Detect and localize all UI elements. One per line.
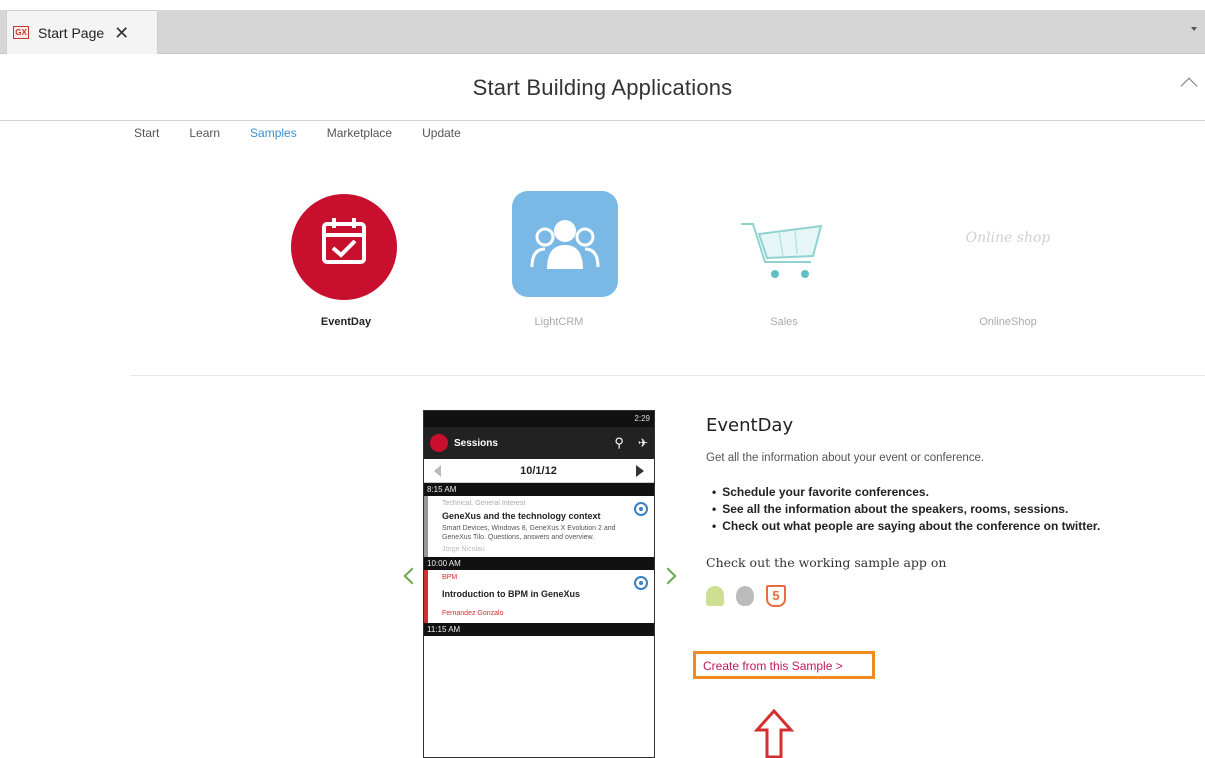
eventday-logo — [291, 194, 397, 300]
phone-status-bar: 2:29 — [424, 411, 654, 427]
close-icon[interactable]: ✕ — [114, 24, 129, 42]
nav-item-start[interactable]: Start — [134, 126, 159, 140]
chevron-left-icon[interactable] — [403, 567, 421, 585]
session-speaker: Jorge Nicolau — [442, 546, 485, 553]
phone-app-title: Sessions — [454, 437, 498, 449]
session-speaker: Fernandez Gonzalo — [442, 610, 504, 617]
session-title: GeneXus and the technology context — [442, 511, 601, 521]
phone-date-bar: 10/1/12 — [424, 459, 654, 483]
sample-detail: EventDay Get all the information about y… — [693, 415, 1205, 758]
session-title: Introduction to BPM in GeneXus — [442, 589, 580, 599]
tab-start-page[interactable]: GX Start Page ✕ — [6, 10, 158, 54]
nav-item-marketplace[interactable]: Marketplace — [327, 126, 392, 140]
detail-title: EventDay — [706, 415, 794, 436]
html5-icon[interactable]: 5 — [766, 585, 786, 607]
session-description: Smart Devices, Windows 8, GeneXus X Evol… — [442, 525, 616, 541]
nav-item-samples[interactable]: Samples — [250, 126, 297, 140]
page-title: Start Building Applications — [472, 75, 733, 100]
phone-date: 10/1/12 — [520, 464, 557, 477]
samples-gallery: EventDay LightCRM Sales Online shop Onli… — [0, 180, 1205, 350]
arrow-up-icon — [754, 708, 794, 758]
onlineshop-logo: Online shop — [965, 230, 1051, 246]
tab-label: Start Page — [38, 24, 105, 41]
nav-item-learn[interactable]: Learn — [189, 126, 220, 140]
sample-screenshot: 2:29 Sessions ⚲ ✈ 10/1/12 8:15 AM Techni… — [423, 410, 655, 758]
shopping-cart-icon — [741, 223, 823, 278]
start-page: GX Start Page ✕ Start Building Applicati… — [0, 0, 1205, 758]
section-nav: Start Learn Samples Marketplace Update — [134, 126, 491, 140]
android-icon[interactable] — [706, 586, 724, 606]
phone-session: Technical, General Interest GeneXus and … — [424, 496, 654, 557]
arrow-right-icon — [635, 464, 644, 477]
feature-item: Schedule your favorite conferences. — [712, 484, 1205, 501]
sample-label: LightCRM — [534, 316, 584, 328]
session-badge-icon — [634, 502, 648, 516]
chevron-right-icon[interactable] — [659, 567, 677, 585]
apple-icon[interactable] — [736, 586, 754, 606]
phone-time-slot: 11:15 AM — [424, 623, 654, 636]
phone-time-slot: 10:00 AM — [424, 557, 654, 570]
detail-description: Get all the information about your event… — [706, 452, 985, 464]
genexus-icon: GX — [13, 26, 29, 39]
tab-dropdown-icon[interactable] — [1191, 27, 1197, 31]
phone-session: BPM Introduction to BPM in GeneXus Ferna… — [424, 570, 654, 623]
tab-bar: GX Start Page ✕ — [0, 10, 1205, 54]
app-icon — [430, 434, 448, 452]
phone-app-bar: Sessions ⚲ ✈ — [424, 427, 654, 459]
feature-item: See all the information about the speake… — [712, 501, 1205, 518]
lightcrm-logo — [512, 191, 618, 297]
twitter-icon: ✈ — [637, 436, 648, 450]
page-header: Start Building Applications — [0, 55, 1205, 121]
feature-list: Schedule your favorite conferences. See … — [712, 484, 1205, 535]
feature-item: Check out what people are saying about t… — [712, 518, 1205, 535]
nav-item-update[interactable]: Update — [422, 126, 461, 140]
search-icon: ⚲ — [614, 435, 624, 450]
platform-icons: 5 — [706, 584, 1205, 608]
arrow-left-icon — [434, 464, 441, 477]
session-category: Technical, General Interest — [442, 500, 526, 507]
sample-label: EventDay — [320, 316, 372, 328]
platforms-label: Check out the working sample app on — [706, 555, 947, 570]
create-from-sample-link[interactable]: Create from this Sample > — [693, 651, 875, 679]
session-category: BPM — [442, 574, 458, 581]
phone-time-slot: 8:15 AM — [424, 483, 654, 496]
session-badge-icon — [634, 576, 648, 590]
sample-label: OnlineShop — [979, 316, 1037, 328]
divider — [130, 375, 1205, 376]
sample-label: Sales — [770, 316, 798, 328]
